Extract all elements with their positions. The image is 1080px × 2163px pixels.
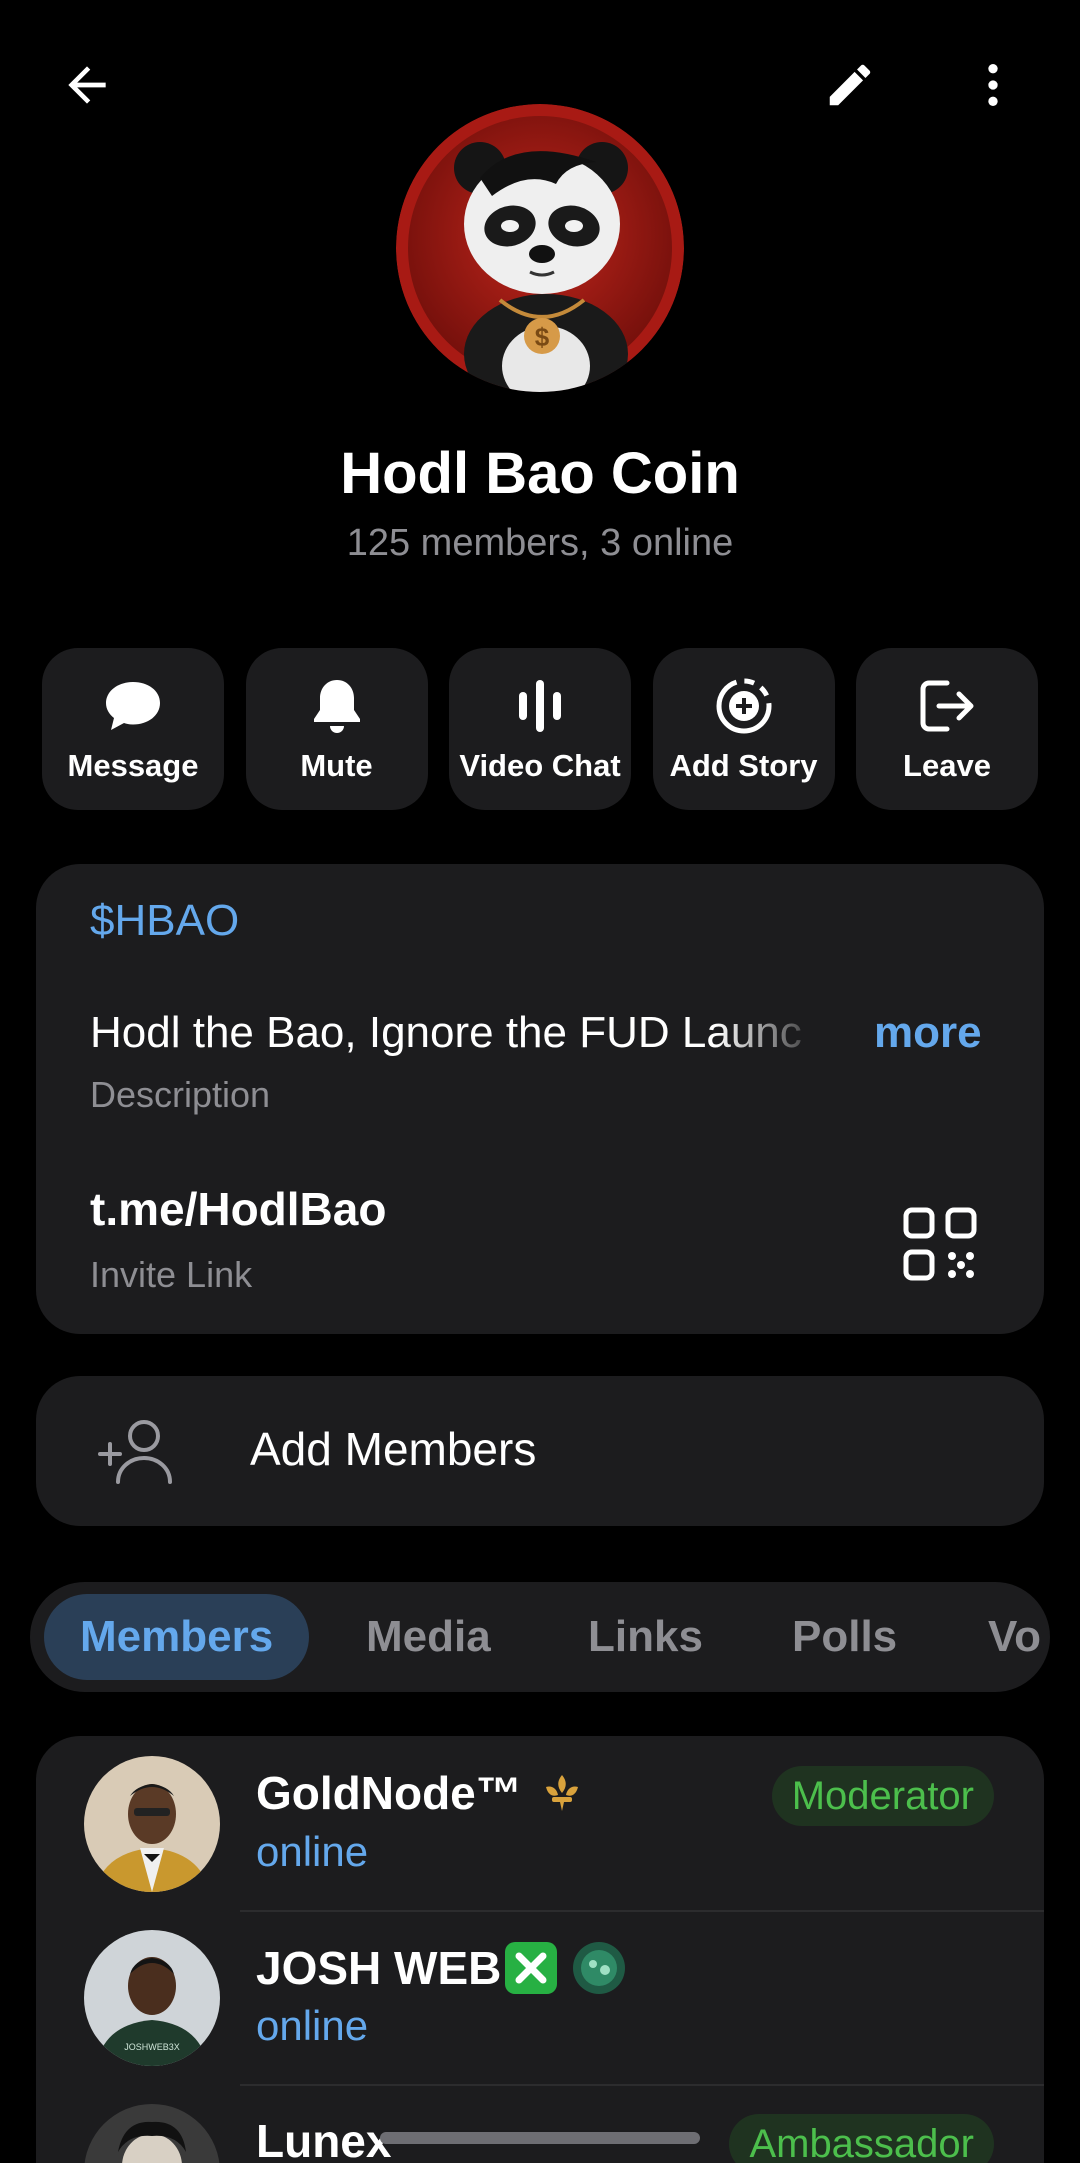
list-item[interactable]: JOSHWEB3X JOSH WEB online xyxy=(36,1910,1044,2084)
member-status: online xyxy=(256,2002,369,2049)
add-story-button[interactable]: Add Story xyxy=(652,648,835,810)
svg-text:JOSHWEB3X: JOSHWEB3X xyxy=(124,2042,180,2052)
tab-media[interactable]: Media xyxy=(366,1594,491,1680)
logout-icon xyxy=(915,674,979,738)
mute-label: Mute xyxy=(300,748,373,783)
more-vertical-icon[interactable] xyxy=(948,40,1038,130)
qr-code-icon[interactable] xyxy=(900,1204,980,1284)
video-chat-button[interactable]: Video Chat xyxy=(449,648,631,810)
tab-links[interactable]: Links xyxy=(588,1594,703,1680)
add-members-label: Add Members xyxy=(250,1423,537,1475)
action-buttons: Message Mute Video Chat Add Story Leave xyxy=(42,648,1038,810)
scroll-indicator[interactable] xyxy=(380,2132,700,2144)
mute-button[interactable]: Mute xyxy=(245,648,428,810)
member-count: 125 members, 3 online xyxy=(346,522,734,564)
info-card: $HBAO Hodl the Bao, Ignore the FUD Launc… xyxy=(36,864,1044,1334)
pencil-icon[interactable] xyxy=(805,40,895,130)
description-fade xyxy=(716,1006,826,1066)
tab-members[interactable]: Members xyxy=(44,1594,310,1680)
message-button[interactable]: Message xyxy=(42,648,224,810)
member-name-text: GoldNode™ xyxy=(256,1767,522,1819)
avatar xyxy=(84,2104,220,2163)
member-name: Lunex xyxy=(256,2114,391,2163)
avatar xyxy=(84,1756,220,1892)
description-label: Description xyxy=(90,1074,271,1115)
add-members-row[interactable]: Add Members xyxy=(36,1376,1044,1526)
member-name: JOSH WEB xyxy=(256,1940,627,1996)
bell-icon xyxy=(305,674,369,738)
description-text[interactable]: Hodl the Bao, Ignore the FUD Launc xyxy=(90,1008,990,1058)
member-name: GoldNode™ xyxy=(256,1766,584,1820)
video-chat-label: Video Chat xyxy=(459,748,621,783)
member-name-text: JOSH WEB xyxy=(256,1942,502,1994)
list-item[interactable]: GoldNode™ online Moderator xyxy=(36,1736,1044,1910)
member-name-text: Lunex xyxy=(256,2115,392,2163)
chat-bubble-icon xyxy=(101,674,165,738)
message-label: Message xyxy=(67,748,199,783)
invite-link[interactable]: t.me/HodlBao xyxy=(90,1182,386,1236)
add-story-label: Add Story xyxy=(669,748,818,783)
tab-voice[interactable]: Vo xyxy=(988,1594,1041,1680)
more-link[interactable]: more xyxy=(874,1008,982,1058)
emoji-badge-icon xyxy=(571,1940,627,1996)
avatar: JOSHWEB3X xyxy=(84,1930,220,2066)
add-user-icon xyxy=(98,1414,178,1488)
role-badge: Ambassador xyxy=(729,2114,994,2163)
group-title: Hodl Bao Coin xyxy=(340,441,740,506)
list-item[interactable]: Lunex Ambassador xyxy=(36,2084,1044,2163)
leave-button[interactable]: Leave xyxy=(856,648,1038,810)
members-list: GoldNode™ online Moderator JOSHWEB3X JOS… xyxy=(36,1736,1044,2163)
cross-mark-icon xyxy=(503,1940,559,1996)
fleur-de-lis-icon xyxy=(540,1771,584,1815)
group-avatar[interactable]: $ xyxy=(396,104,684,392)
add-story-icon xyxy=(712,674,776,738)
arrow-left-icon[interactable] xyxy=(42,40,132,130)
voice-bars-icon xyxy=(508,674,572,738)
svg-text:$: $ xyxy=(535,322,550,352)
invite-link-label: Invite Link xyxy=(90,1254,253,1295)
role-badge: Moderator xyxy=(771,1766,994,1826)
tab-bar: Members Media Links Polls Vo xyxy=(30,1582,1050,1692)
tab-polls[interactable]: Polls xyxy=(792,1594,897,1680)
ticker-handle[interactable]: $HBAO xyxy=(90,896,239,946)
member-status: online xyxy=(256,1828,369,1875)
leave-label: Leave xyxy=(903,748,991,783)
